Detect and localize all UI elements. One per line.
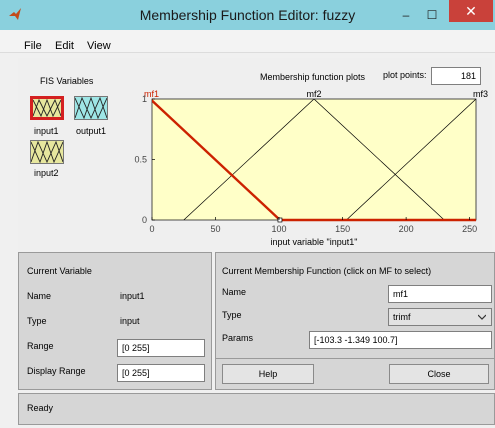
status-text: Ready bbox=[27, 403, 54, 413]
range-input[interactable]: [0 255] bbox=[117, 339, 205, 357]
menu-bar bbox=[0, 30, 495, 53]
fis-variable-input2[interactable] bbox=[30, 140, 64, 164]
plot-title: Membership function plots bbox=[260, 72, 366, 82]
mf-triangles-icon bbox=[75, 97, 107, 119]
chevron-down-icon bbox=[478, 314, 486, 320]
y-tick-label: 0.5 bbox=[134, 155, 147, 165]
x-tick-label: 0 bbox=[149, 224, 154, 234]
close-button[interactable]: Close bbox=[389, 364, 489, 384]
fis-variable-input1[interactable] bbox=[30, 96, 64, 120]
mf-type-label: Type bbox=[222, 310, 242, 320]
mf-params-input[interactable]: [-103.3 -1.349 100.7] bbox=[309, 331, 492, 349]
y-tick-label: 1 bbox=[142, 94, 147, 104]
variable-name-label: Name bbox=[27, 291, 52, 301]
x-tick-label: 50 bbox=[211, 224, 221, 234]
window-title: Membership Function Editor: fuzzy bbox=[139, 7, 356, 23]
x-tick-label: 100 bbox=[272, 224, 287, 234]
maximize-button[interactable]: ☐ bbox=[422, 6, 442, 24]
mf-label-mf2[interactable]: mf2 bbox=[306, 89, 321, 99]
mf-triangles-icon bbox=[31, 141, 63, 163]
variable-name-value: input1 bbox=[120, 291, 145, 301]
variable-type-value: input bbox=[120, 316, 140, 326]
mf-triangles-icon bbox=[33, 99, 61, 117]
range-label: Range bbox=[27, 341, 54, 351]
menu-view[interactable]: View bbox=[87, 40, 111, 52]
x-axis-label: input variable "input1" bbox=[271, 237, 358, 247]
menu-file[interactable]: File bbox=[24, 40, 42, 52]
mf-label-mf3[interactable]: mf3 bbox=[473, 89, 488, 99]
y-tick-label: 0 bbox=[142, 215, 147, 225]
fis-variable-label: input2 bbox=[34, 168, 59, 178]
x-tick-label: 200 bbox=[399, 224, 414, 234]
close-window-button[interactable]: ✕ bbox=[449, 0, 493, 22]
mf-vertex-handle[interactable] bbox=[277, 217, 283, 223]
fis-variable-label: input1 bbox=[34, 126, 59, 136]
mf-name-input[interactable]: mf1 bbox=[388, 285, 492, 303]
current-variable-heading: Current Variable bbox=[27, 266, 92, 276]
x-tick-label: 150 bbox=[335, 224, 350, 234]
fis-variables-heading: FIS Variables bbox=[40, 76, 94, 86]
fis-variable-label: output1 bbox=[76, 126, 107, 136]
help-button[interactable]: Help bbox=[222, 364, 314, 384]
status-bar bbox=[18, 393, 495, 425]
mf-name-label: Name bbox=[222, 287, 247, 297]
mf-params-label: Params bbox=[222, 333, 254, 343]
menu-edit[interactable]: Edit bbox=[55, 40, 74, 52]
minimize-button[interactable]: – bbox=[396, 6, 416, 24]
current-mf-heading: Current Membership Function (click on MF… bbox=[222, 266, 432, 276]
mf-type-select[interactable]: trimf bbox=[388, 308, 492, 326]
membership-function-plot[interactable]: mf1 mf2 mf30 50 100 150 200 25000.51input varia… bbox=[130, 88, 492, 250]
plot-points-input[interactable]: 181 bbox=[431, 67, 481, 85]
display-range-label: Display Range bbox=[27, 366, 86, 376]
plot-area[interactable] bbox=[151, 98, 477, 221]
mf-type-value: trimf bbox=[393, 312, 411, 322]
display-range-input[interactable]: [0 255] bbox=[117, 364, 205, 382]
plot-points-label: plot points: bbox=[383, 70, 427, 80]
x-tick-label: 250 bbox=[462, 224, 477, 234]
fis-variable-output1[interactable] bbox=[74, 96, 108, 120]
variable-type-label: Type bbox=[27, 316, 47, 326]
